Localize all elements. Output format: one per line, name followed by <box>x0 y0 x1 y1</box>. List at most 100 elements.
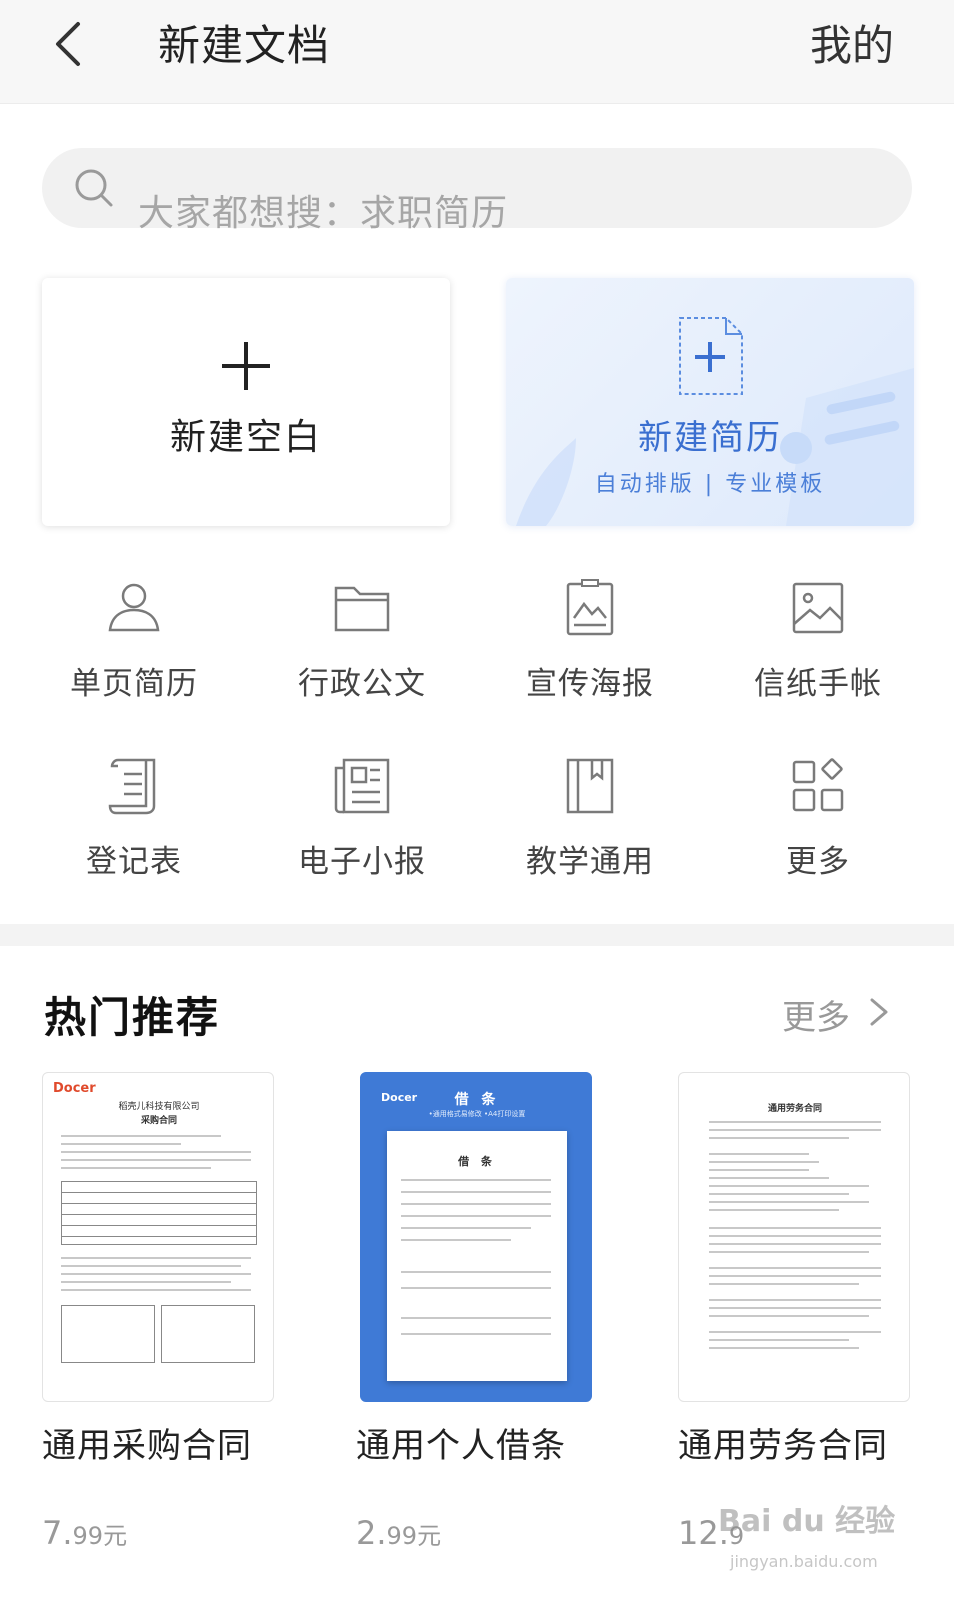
thumb-doc-title: 通用劳务合同 <box>767 1104 822 1114</box>
template-thumbnail-purchase[interactable]: Docer 稻壳儿科技有限公司 采购合同 <box>42 1072 274 1402</box>
hot-section-title: 热门推荐 <box>44 993 221 1042</box>
thumb-paper: 借 条 <box>387 1131 567 1381</box>
doc-line <box>61 1143 181 1145</box>
thumb-doc-title: 采购合同 <box>140 1116 177 1126</box>
doc-line <box>709 1299 881 1301</box>
category-label: 行政公文 <box>298 666 426 702</box>
thumb-company: 稻壳儿科技有限公司 <box>118 1102 200 1112</box>
doc-line <box>709 1227 881 1229</box>
doc-line <box>709 1193 849 1195</box>
category-label: 登记表 <box>86 844 182 880</box>
template-name[interactable]: 通用采购合同 <box>42 1418 252 1467</box>
category-label: 更多 <box>786 844 850 880</box>
section-divider <box>0 924 954 946</box>
new-resume-subtitle: 自动排版 | 专业模板 <box>594 472 826 497</box>
new-blank-card[interactable]: 新建空白 <box>42 278 450 526</box>
book-icon <box>566 758 614 814</box>
doc-line <box>709 1185 869 1187</box>
person-icon <box>108 583 160 632</box>
search-bar[interactable]: 大家都想搜：求职简历 <box>42 148 912 234</box>
template-name[interactable]: 通用个人借条 <box>356 1418 566 1467</box>
doc-line <box>401 1317 551 1319</box>
category-teaching[interactable]: 教学通用 <box>490 756 690 906</box>
category-label: 信纸手帐 <box>754 666 882 702</box>
scroll-icon <box>108 758 156 815</box>
doc-line <box>709 1201 869 1203</box>
watermark-logo: Bai du 经验 <box>718 1504 896 1539</box>
doc-line <box>709 1307 881 1309</box>
doc-line <box>709 1347 859 1349</box>
category-label: 教学通用 <box>526 844 654 880</box>
template-thumbnail-labor[interactable]: 通用劳务合同 <box>678 1072 910 1402</box>
watermark-url: jingyan.baidu.com <box>730 1552 878 1571</box>
category-registration-form[interactable]: 登记表 <box>34 756 234 906</box>
thumb-header-sub: •通用格式易修改 •A4打印设置 <box>428 1110 526 1118</box>
thumb-table <box>61 1181 257 1245</box>
doc-line <box>709 1235 881 1237</box>
plus-icon <box>222 342 270 390</box>
newspaper-icon <box>334 758 390 814</box>
template-name[interactable]: 通用劳务合同 <box>678 1418 888 1467</box>
doc-line <box>709 1169 809 1171</box>
doc-line <box>709 1275 881 1277</box>
top-bar: 新建文档 我的 <box>0 0 954 104</box>
category-e-newspaper[interactable]: 电子小报 <box>262 756 462 906</box>
category-letter-paper[interactable]: 信纸手帐 <box>718 578 918 728</box>
doc-line <box>61 1159 251 1161</box>
doc-line <box>401 1227 531 1229</box>
doc-line <box>709 1339 849 1341</box>
page-title: 新建文档 <box>158 21 331 70</box>
chevron-right-icon[interactable] <box>864 992 894 1032</box>
doc-line <box>709 1251 869 1253</box>
document-plus-icon <box>679 317 743 395</box>
mine-button[interactable]: 我的 <box>810 12 894 73</box>
category-label: 电子小报 <box>298 844 426 880</box>
back-arrow-icon[interactable] <box>44 14 104 74</box>
template-price: 2.99元 <box>356 1514 442 1552</box>
doc-line <box>401 1179 551 1181</box>
template-thumbnail-iou[interactable]: Docer 借 条 •通用格式易修改 •A4打印设置 借 条 <box>360 1072 592 1402</box>
doc-line <box>401 1203 551 1205</box>
doc-line <box>709 1209 839 1211</box>
category-single-resume[interactable]: 单页简历 <box>34 578 234 728</box>
doc-line <box>401 1239 511 1241</box>
doc-line <box>61 1135 221 1137</box>
doc-line <box>401 1333 551 1335</box>
new-resume-card[interactable]: 新建简历 自动排版 | 专业模板 <box>506 278 914 526</box>
doc-line <box>709 1137 849 1139</box>
doc-line <box>709 1267 881 1269</box>
doc-line <box>401 1287 551 1289</box>
doc-line <box>709 1283 859 1285</box>
thumb-brand: Docer <box>53 1081 96 1096</box>
doc-line <box>709 1243 881 1245</box>
doc-line <box>61 1265 241 1267</box>
thumb-doc-title: 借 条 <box>458 1155 496 1168</box>
doc-line <box>709 1177 829 1179</box>
grid-icon <box>792 758 844 812</box>
thumb-sign-box <box>161 1305 255 1363</box>
doc-line <box>709 1121 881 1123</box>
category-admin-doc[interactable]: 行政公文 <box>262 578 462 728</box>
hot-more-link[interactable]: 更多 <box>782 990 850 1039</box>
doc-line <box>61 1289 251 1291</box>
poster-icon <box>566 579 614 636</box>
template-price: 7.99元 <box>42 1514 128 1552</box>
category-more[interactable]: 更多 <box>718 756 918 906</box>
doc-line <box>61 1151 251 1153</box>
doc-line <box>61 1281 231 1283</box>
search-placeholder: 大家都想搜：求职简历 <box>138 193 509 234</box>
image-icon <box>792 582 844 634</box>
doc-line <box>401 1271 551 1273</box>
doc-line <box>709 1161 819 1163</box>
search-icon <box>75 169 113 207</box>
category-label: 单页简历 <box>70 666 198 702</box>
doc-line <box>709 1315 869 1317</box>
category-label: 宣传海报 <box>526 666 654 702</box>
doc-line <box>401 1215 551 1217</box>
folder-icon <box>334 586 390 632</box>
doc-line <box>709 1331 881 1333</box>
new-resume-label: 新建简历 <box>638 418 782 458</box>
doc-line <box>709 1129 881 1131</box>
doc-line <box>709 1153 809 1155</box>
category-poster[interactable]: 宣传海报 <box>490 578 690 728</box>
